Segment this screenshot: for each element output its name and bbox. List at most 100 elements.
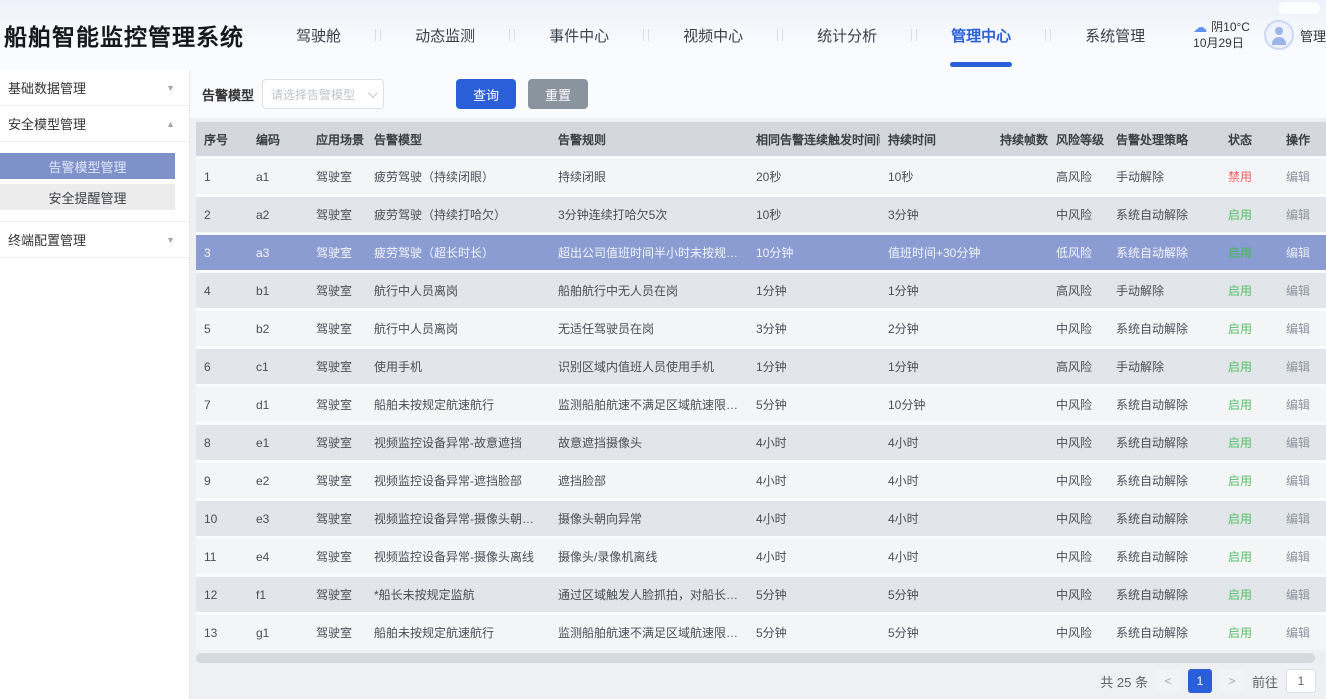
alarm-model-select[interactable]: 请选择告警模型 [262,79,384,109]
cell-seq: 2 [196,194,248,232]
nav-item-6[interactable]: 管理中心 [917,0,1045,70]
cell-status: 启用 [1220,270,1278,308]
cell-frames [992,574,1048,612]
goto-page-input[interactable] [1286,669,1316,693]
cell-code: b2 [248,308,308,346]
cell-interval: 10秒 [748,194,880,232]
edit-link[interactable]: 编辑 [1278,270,1326,308]
next-page-button[interactable]: > [1220,669,1244,693]
cell-scene: 驾驶室 [308,156,366,194]
table-row-13[interactable]: 13g1驾驶室船舶未按规定航速航行监测船舶航速不满足区域航速限制规定5分钟5分钟… [196,612,1326,650]
nav-item-5[interactable]: 统计分析 [783,0,911,70]
cell-duration: 5分钟 [880,574,992,612]
horizontal-scrollbar[interactable] [196,653,1326,663]
table-row-8[interactable]: 8e1驾驶室视频监控设备异常-故意遮挡故意遮挡摄像头4小时4小时中风险系统自动解… [196,422,1326,460]
cell-seq: 4 [196,270,248,308]
table-row-4[interactable]: 4b1驾驶室航行中人员离岗船舶航行中无人员在岗1分钟1分钟高风险手动解除启用编辑 [196,270,1326,308]
table-row-9[interactable]: 9e2驾驶室视频监控设备异常-遮挡脸部遮挡脸部4小时4小时中风险系统自动解除启用… [196,460,1326,498]
prev-page-button[interactable]: < [1156,669,1180,693]
cell-scene: 驾驶室 [308,422,366,460]
cell-frames [992,460,1048,498]
table-row-5[interactable]: 5b2驾驶室航行中人员离岗无适任驾驶员在岗3分钟2分钟中风险系统自动解除启用编辑 [196,308,1326,346]
cell-frames [992,308,1048,346]
table-row-6[interactable]: 6c1驾驶室使用手机识别区域内值班人员使用手机1分钟1分钟高风险手动解除启用编辑 [196,346,1326,384]
cell-rule: 监测船舶航速不满足区域航速限制规定 [550,612,748,650]
cell-risk: 中风险 [1048,384,1108,422]
search-button[interactable]: 查询 [456,79,516,109]
cell-code: g1 [248,612,308,650]
cell-rule: 摄像头朝向异常 [550,498,748,536]
cell-duration: 4小时 [880,422,992,460]
table-row-10[interactable]: 10e3驾驶室视频监控设备异常-摄像头朝向异常摄像头朝向异常4小时4小时中风险系… [196,498,1326,536]
total-count: 共 25 条 [1100,672,1148,691]
cell-model: 航行中人员离岗 [366,308,550,346]
column-header: 应用场景 [308,122,366,156]
edit-link[interactable]: 编辑 [1278,308,1326,346]
cell-duration: 1分钟 [880,346,992,384]
cell-interval: 1分钟 [748,346,880,384]
cell-code: a2 [248,194,308,232]
cell-interval: 20秒 [748,156,880,194]
edit-link[interactable]: 编辑 [1278,536,1326,574]
cell-scene: 驾驶室 [308,384,366,422]
sidebar-group-3[interactable]: 终端配置管理▼ [0,222,189,258]
sidebar-item-active[interactable]: 告警模型管理 [0,153,175,179]
main-content: 告警模型 请选择告警模型 查询 重置 序号编码应用场景告警模型告警规则相同告警连… [190,70,1326,699]
cell-seq: 7 [196,384,248,422]
cell-seq: 8 [196,422,248,460]
edit-link[interactable]: 编辑 [1278,498,1326,536]
table-row-2[interactable]: 2a2驾驶室疲劳驾驶（持续打哈欠）3分钟连续打哈欠5次10秒3分钟中风险系统自动… [196,194,1326,232]
edit-link[interactable]: 编辑 [1278,156,1326,194]
alarm-model-table-wrap: 序号编码应用场景告警模型告警规则相同告警连续触发时间间隔持续时间持续帧数风险等级… [190,118,1326,650]
nav-item-7[interactable]: 系统管理 [1051,0,1179,70]
cell-strategy: 系统自动解除 [1108,574,1220,612]
cell-frames [992,194,1048,232]
table-row-1[interactable]: 1a1驾驶室疲劳驾驶（持续闭眼）持续闭眼20秒10秒高风险手动解除禁用编辑 [196,156,1326,194]
cell-scene: 驾驶室 [308,232,366,270]
edit-link[interactable]: 编辑 [1278,574,1326,612]
edit-link[interactable]: 编辑 [1278,384,1326,422]
sidebar-group-2[interactable]: 安全模型管理▲ [0,106,189,142]
nav-item-3[interactable]: 事件中心 [515,0,643,70]
cell-interval: 4小时 [748,536,880,574]
cell-code: d1 [248,384,308,422]
cell-strategy: 系统自动解除 [1108,194,1220,232]
cell-duration: 5分钟 [880,612,992,650]
user-menu[interactable]: 管理 [1264,20,1326,50]
nav-item-2[interactable]: 动态监测 [381,0,509,70]
sidebar-group-label: 终端配置管理 [8,230,86,249]
cell-strategy: 系统自动解除 [1108,536,1220,574]
cell-risk: 中风险 [1048,574,1108,612]
table-row-12[interactable]: 12f1驾驶室*船长未按规定监航通过区域触发人脸抓拍，对船长身份...5分钟5分… [196,574,1326,612]
cell-code: e2 [248,460,308,498]
cell-code: e1 [248,422,308,460]
table-row-11[interactable]: 11e4驾驶室视频监控设备异常-摄像头离线摄像头/录像机离线4小时4小时中风险系… [196,536,1326,574]
edit-link[interactable]: 编辑 [1278,194,1326,232]
cell-code: f1 [248,574,308,612]
nav-item-1[interactable]: 驾驶舱 [262,0,375,70]
column-header: 风险等级 [1048,122,1108,156]
cell-code: a3 [248,232,308,270]
cell-model: *船长未按规定监航 [366,574,550,612]
sidebar-item-inactive[interactable]: 安全提醒管理 [0,184,175,210]
edit-link[interactable]: 编辑 [1278,346,1326,384]
nav-item-4[interactable]: 视频中心 [649,0,777,70]
cell-strategy: 系统自动解除 [1108,384,1220,422]
page-1-button[interactable]: 1 [1188,669,1212,693]
cell-rule: 持续闭眼 [550,156,748,194]
scrollbar-thumb[interactable] [196,653,1315,663]
table-row-3[interactable]: 3a3驾驶室疲劳驾驶（超长时长）超出公司值班时间半小时未按规定交接10分钟值班时… [196,232,1326,270]
reset-button[interactable]: 重置 [528,79,588,109]
cell-rule: 超出公司值班时间半小时未按规定交接 [550,232,748,270]
table-row-7[interactable]: 7d1驾驶室船舶未按规定航速航行监测船舶航速不满足区域航速限制规定5分钟10分钟… [196,384,1326,422]
cell-seq: 3 [196,232,248,270]
sidebar-group-1[interactable]: 基础数据管理▼ [0,70,189,106]
cell-model: 船舶未按规定航速航行 [366,612,550,650]
user-avatar-icon [1264,20,1294,50]
cell-risk: 高风险 [1048,156,1108,194]
edit-link[interactable]: 编辑 [1278,232,1326,270]
pagination-bar: 共 25 条 < 1 > 前往 [190,663,1326,699]
edit-link[interactable]: 编辑 [1278,460,1326,498]
edit-link[interactable]: 编辑 [1278,422,1326,460]
edit-link[interactable]: 编辑 [1278,612,1326,650]
